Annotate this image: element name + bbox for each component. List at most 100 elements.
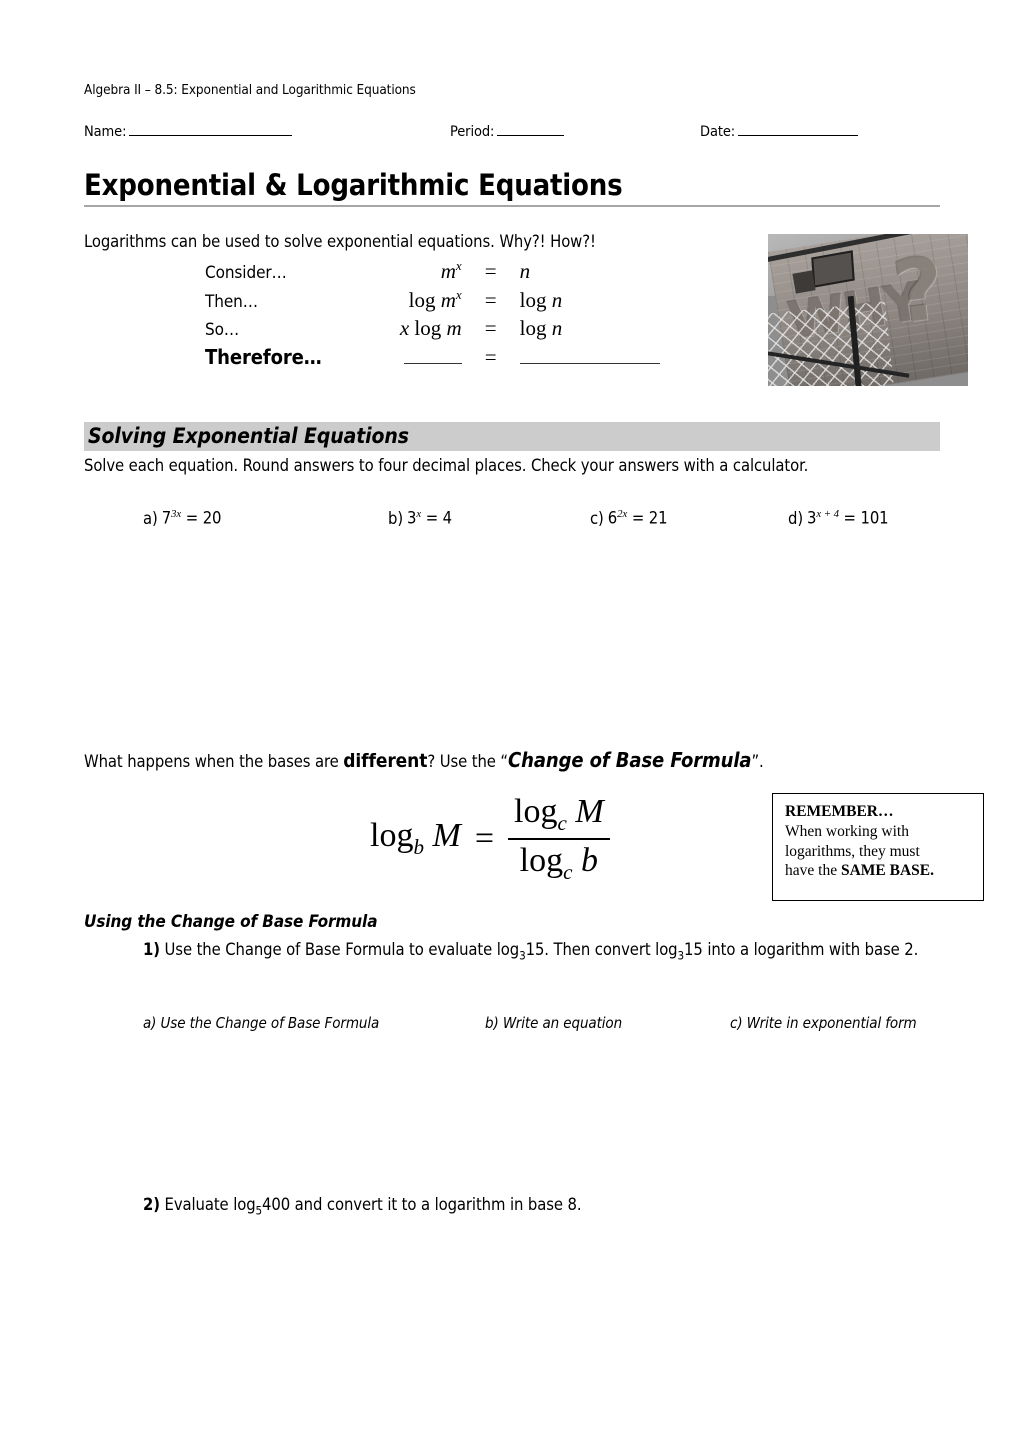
problem-c-exponent: 2x	[617, 508, 628, 520]
formula-denominator: logc b	[514, 840, 604, 885]
photo-question-mark: ?	[888, 238, 950, 344]
therefore-blank-right[interactable]	[508, 345, 660, 374]
problem-item-2: 2) Evaluate log5400 and convert it to a …	[143, 1193, 933, 1219]
derivation-rhs: n	[519, 259, 531, 283]
problem-b: b) 3x = 4	[388, 508, 452, 528]
formula-numerator: logc M	[508, 793, 610, 838]
problem-d-exponent: x + 4	[816, 508, 839, 520]
derivation-lead: Consider…	[205, 263, 287, 283]
derivation-equals: =	[484, 316, 497, 340]
solving-instruction: Solve each equation. Round answers to fo…	[84, 456, 809, 475]
derivation-row-consider: Consider… mx = n	[205, 258, 660, 287]
period-blank[interactable]	[497, 122, 565, 136]
problem-b-equation: = 4	[425, 508, 453, 528]
problem-a-label: a)	[143, 508, 158, 528]
section-band-solving: Solving Exponential Equations	[84, 422, 940, 451]
formula-fraction: logc M logc b	[508, 793, 610, 885]
problem-a: a) 73x = 20	[143, 508, 221, 528]
problem-d-equation: = 101	[843, 508, 889, 528]
derivation-rhs: log n	[519, 288, 563, 312]
formula-den-argument: b	[580, 841, 598, 879]
photo-chainlink-fence	[768, 301, 895, 386]
formula-lhs-log: log	[370, 817, 414, 855]
formula-equals: =	[474, 819, 495, 857]
formula-den-subscript: c	[563, 859, 573, 884]
period-label: Period:	[450, 124, 495, 140]
intro-text: Logarithms can be used to solve exponent…	[84, 232, 596, 251]
section-title-solving: Solving Exponential Equations	[88, 424, 409, 448]
subsection-title-using-cob: Using the Change of Base Formula	[84, 912, 378, 932]
problem-c-label: c)	[590, 508, 604, 528]
name-blank[interactable]	[129, 122, 293, 136]
derivation-row-then: Then… log mx = log n	[205, 287, 660, 316]
cob-question-pre: What happens when the bases are	[84, 752, 344, 771]
derivation-lhs: log mx	[408, 287, 462, 312]
derivation-rhs: log n	[519, 316, 563, 340]
name-label: Name:	[84, 124, 127, 140]
problem-c-base: 6	[607, 508, 618, 528]
derivation-lead: Then…	[205, 292, 258, 312]
problem-d-base: 3	[807, 508, 817, 528]
remember-line-1: When working with	[785, 822, 909, 840]
date-label: Date:	[700, 124, 736, 140]
course-line: Algebra II – 8.5: Exponential and Logari…	[84, 82, 416, 98]
remember-line-2: logarithms, they must	[785, 842, 920, 860]
derivation-equals: =	[484, 259, 497, 283]
change-of-base-formula: logb M = logc M logc b	[370, 793, 610, 885]
problem-a-exponent: 3x	[171, 508, 182, 520]
derivation-table: Consider… mx = n Then… log mx = log n So…	[205, 258, 660, 374]
derivation-row-so: So… x log m = log n	[205, 316, 660, 345]
problem-d: d) 3x + 4 = 101	[788, 508, 889, 528]
problem-a-base: 7	[161, 508, 172, 528]
problem-1-text-post: 15 into a logarithm with base 2.	[684, 940, 919, 959]
change-of-base-question: What happens when the bases are differen…	[84, 748, 764, 772]
problem-1-subpart-c: c) Write in exponential form	[730, 1014, 917, 1032]
date-field[interactable]: Date:	[700, 122, 859, 140]
cob-question-mid: ? Use the “	[427, 752, 509, 771]
problem-1-text-pre: Use the Change of Base Formula to evalua…	[159, 940, 520, 959]
formula-left-side: logb M	[370, 817, 461, 860]
problem-1-text-mid: 15. Then convert log	[525, 940, 678, 959]
derivation-equals: =	[484, 288, 497, 312]
derivation-lead: So…	[205, 320, 240, 340]
formula-num-subscript: c	[557, 810, 567, 835]
derivation-lhs: x log m	[399, 316, 462, 340]
derivation-row-therefore: Therefore… =	[205, 345, 660, 374]
derivation-equals: =	[484, 345, 497, 369]
derivation-lead-therefore: Therefore…	[205, 345, 322, 369]
problem-c: c) 62x = 21	[590, 508, 668, 528]
period-field[interactable]: Period:	[450, 122, 565, 140]
problem-c-equation: = 21	[631, 508, 668, 528]
remember-heading: REMEMBER…	[785, 803, 894, 820]
title-divider	[84, 205, 940, 207]
problem-2-text-post: 400 and convert it to a logarithm in bas…	[262, 1195, 582, 1214]
why-graffiti-photo: WHY ?	[768, 234, 968, 386]
remember-same-base: SAME BASE.	[840, 862, 934, 880]
problem-2-text-pre: Evaluate log	[159, 1195, 256, 1214]
problem-a-equation: = 20	[185, 508, 222, 528]
problem-d-label: d)	[788, 508, 804, 528]
cob-question-emphasis: different	[343, 750, 428, 772]
problem-b-label: b)	[388, 508, 404, 528]
problem-b-base: 3	[407, 508, 417, 528]
problem-1-subpart-a: a) Use the Change of Base Formula	[143, 1014, 380, 1032]
remember-line-3-pre: have the	[785, 862, 841, 880]
problem-1-subpart-b: b) Write an equation	[485, 1014, 623, 1032]
cob-question-formula-name: Change of Base Formula	[508, 748, 752, 772]
date-blank[interactable]	[738, 122, 859, 136]
formula-num-log: log	[514, 793, 558, 830]
therefore-blank-left[interactable]	[332, 345, 474, 374]
name-field[interactable]: Name:	[84, 122, 293, 140]
problem-b-exponent: x	[416, 508, 422, 520]
problem-2-number: 2)	[143, 1195, 160, 1214]
formula-lhs-subscript: b	[413, 835, 424, 860]
cob-question-post: ”.	[751, 752, 764, 771]
worksheet-page: Algebra II – 8.5: Exponential and Logari…	[0, 0, 1020, 1443]
derivation-lhs: mx	[440, 258, 462, 283]
formula-lhs-argument: M	[432, 817, 461, 855]
problem-item-1: 1) Use the Change of Base Formula to eva…	[143, 938, 933, 964]
page-title: Exponential & Logarithmic Equations	[84, 168, 623, 202]
formula-den-log: log	[519, 841, 564, 879]
problem-1-number: 1)	[143, 940, 160, 959]
remember-box: REMEMBER… When working with logarithms, …	[772, 793, 984, 901]
